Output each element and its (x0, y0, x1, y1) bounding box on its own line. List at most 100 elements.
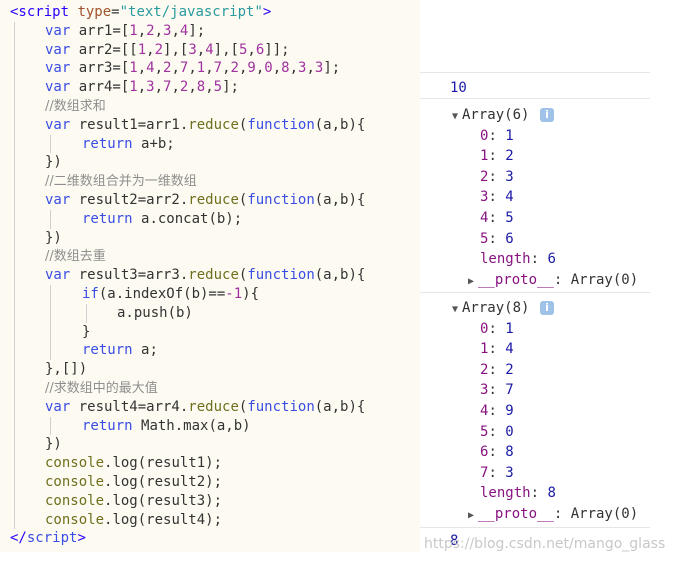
console-separator (420, 72, 650, 73)
code-token: , (272, 60, 282, 77)
entry-colon: : (553, 271, 571, 288)
code-token: return (82, 342, 142, 359)
code-token: (a.indexOf(b)== (98, 286, 226, 302)
code-token: result3=arr3. (78, 267, 189, 284)
console-separator (420, 527, 650, 528)
code-token: result4=arr4. (78, 398, 189, 415)
entry-value: 3 (505, 464, 514, 481)
code-token: var (45, 22, 79, 39)
entry-colon: : (488, 189, 506, 206)
code-token: 9 (247, 60, 256, 77)
code-token: function (247, 267, 315, 284)
code-token: 3 (146, 79, 155, 96)
code-token: , (154, 22, 164, 39)
code-token: > (77, 530, 86, 547)
array-entry: 2: 2 (480, 361, 514, 380)
array-proto[interactable]: ▶ __proto__: Array(0) (468, 505, 638, 524)
code-line: var result2=arr2.reduce(function(a,b){ (45, 191, 365, 210)
code-line: return a+b; (82, 135, 175, 154)
array-entry: 3: 4 (480, 188, 514, 207)
code-token: Math.max(a,b) (141, 417, 251, 434)
array-length: length: 6 (480, 250, 556, 269)
entry-value: 3 (505, 168, 514, 185)
collapsed-triangle-icon[interactable]: ▶ (468, 272, 478, 291)
code-token: , (171, 79, 180, 96)
code-token: arr2=[[ (78, 41, 138, 58)
code-line: if(a.indexOf(b)==-1){ (82, 285, 259, 304)
length-value: 8 (547, 485, 556, 502)
code-token: //数组去重 (45, 249, 106, 265)
proto-label: __proto__ (478, 271, 554, 288)
code-line: console.log(result3); (45, 492, 222, 511)
code-token: (a,b){ (314, 192, 366, 208)
code-token: var (45, 60, 79, 77)
code-token: -1 (225, 286, 243, 302)
indent-guide (50, 416, 51, 436)
code-token: function (247, 398, 315, 415)
array-proto[interactable]: ▶ __proto__: Array(0) (468, 271, 638, 290)
code-token: 0 (264, 60, 273, 77)
code-line: </script> (10, 529, 86, 548)
code-token: 8 (281, 60, 290, 77)
code-token: , (137, 60, 147, 77)
array-summary-row[interactable]: ▼ Array(8) (452, 299, 529, 318)
entry-value: 1 (505, 127, 514, 144)
code-line: <script type="text/javascript"> (10, 3, 271, 22)
code-token: ]; (222, 79, 239, 96)
entry-value: 2 (505, 148, 514, 165)
console-panel: 10 ▼ Array(6) i 0: 1 1: 2 2: 3 3: 4 4: 5 5: 6 leng… (420, 0, 673, 562)
array-entry: 0: 1 (480, 127, 514, 146)
entry-colon: : (488, 210, 506, 226)
entry-value: 7 (505, 382, 514, 399)
code-line: var arr3=[1,4,2,7,1,7,2,9,0,8,3,3]; (45, 59, 340, 78)
code-token: arr1=[ (78, 22, 130, 39)
code-line: var arr1=[1,2,3,4]; (45, 22, 205, 41)
info-icon[interactable]: i (540, 108, 554, 122)
array-entry: 5: 0 (480, 423, 514, 442)
array-length: length: 8 (480, 484, 556, 503)
code-token: reduce (188, 267, 239, 284)
code-token: return (82, 135, 142, 152)
code-token: , (205, 60, 214, 77)
expanded-triangle-icon[interactable]: ▼ (452, 107, 462, 126)
code-token: console (45, 474, 105, 490)
code-token: 1 (129, 60, 138, 77)
collapsed-triangle-icon[interactable]: ▶ (468, 506, 478, 525)
code-token: 3 (188, 41, 197, 58)
code-line: var result3=arr3.reduce(function(a,b){ (45, 266, 365, 285)
code-token: //求数组中的最大值 (45, 381, 158, 396)
entry-value: 4 (505, 189, 514, 206)
expanded-triangle-icon[interactable]: ▼ (452, 300, 462, 319)
code-token: (a,b){ (314, 116, 366, 133)
code-token: ]]; (264, 41, 290, 58)
code-token: , (205, 79, 214, 96)
code-token: 7 (213, 60, 223, 77)
proto-value: Array(0) (570, 271, 639, 288)
code-token: //二维数组合并为一维数组 (45, 174, 197, 190)
code-line: }) (45, 229, 62, 248)
array-entry: 0: 1 (480, 320, 514, 339)
code-token: , (306, 60, 315, 77)
length-value: 6 (547, 251, 556, 268)
info-icon[interactable]: i (540, 301, 554, 315)
code-token: , (146, 41, 155, 58)
code-line: return a.concat(b); (82, 210, 242, 229)
entry-value: 0 (505, 423, 514, 440)
code-token: function (247, 116, 315, 133)
array-summary-row[interactable]: ▼ Array(6) (452, 106, 529, 125)
code-editor: <script type="text/javascript"> var arr1=… (0, 0, 420, 552)
code-token: a.concat(b); (141, 210, 243, 227)
code-token: reduce (188, 398, 239, 415)
array-entry: 3: 7 (480, 381, 514, 400)
code-token: ]; (323, 60, 341, 77)
code-token: arr3=[ (78, 60, 130, 77)
code-token: return (82, 417, 142, 434)
code-token: 8 (196, 79, 206, 96)
code-token: .log(result3); (104, 492, 223, 509)
entry-colon: : (488, 341, 506, 358)
code-token: var (45, 398, 79, 415)
code-line: } (82, 323, 90, 342)
code-line: console.log(result2); (45, 473, 222, 492)
code-token: return (82, 210, 142, 227)
code-line: }) (45, 435, 62, 454)
